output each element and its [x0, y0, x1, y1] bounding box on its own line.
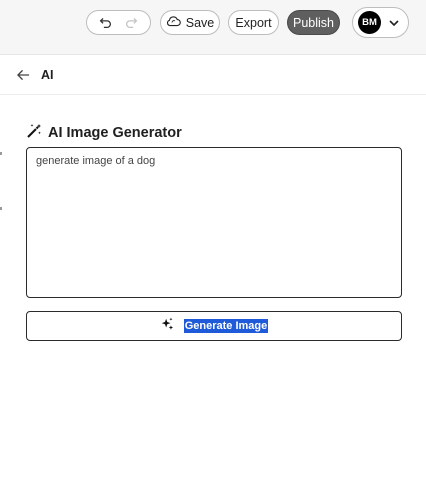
publish-button[interactable]: Publish — [287, 10, 340, 35]
generator-heading: AI Image Generator — [26, 123, 182, 143]
undo-icon[interactable] — [99, 16, 112, 29]
cloud-sync-icon — [166, 15, 181, 30]
edge-mark — [0, 152, 2, 155]
undo-redo-group — [86, 10, 151, 35]
generate-image-button[interactable]: Generate Image — [26, 311, 402, 341]
panel-title: AI — [41, 68, 54, 82]
generator-title: AI Image Generator — [48, 125, 182, 141]
magic-wand-icon — [26, 123, 42, 143]
top-toolbar: Save Export Publish BM — [0, 0, 426, 46]
sparkles-icon — [160, 317, 174, 336]
panel-header: AI — [0, 55, 426, 95]
avatar: BM — [358, 11, 381, 34]
edge-mark — [0, 207, 2, 210]
chevron-down-icon — [389, 14, 399, 32]
ai-panel: AI AI Image Generator Generate Image — [0, 54, 426, 485]
generate-image-label: Generate Image — [183, 319, 269, 333]
save-label: Save — [185, 15, 215, 30]
redo-icon[interactable] — [125, 16, 138, 29]
user-menu[interactable]: BM — [352, 7, 409, 38]
export-button[interactable]: Export — [228, 10, 279, 35]
arrow-left-icon[interactable] — [17, 68, 30, 86]
save-button[interactable]: Save — [160, 10, 220, 35]
prompt-input[interactable] — [26, 147, 402, 298]
